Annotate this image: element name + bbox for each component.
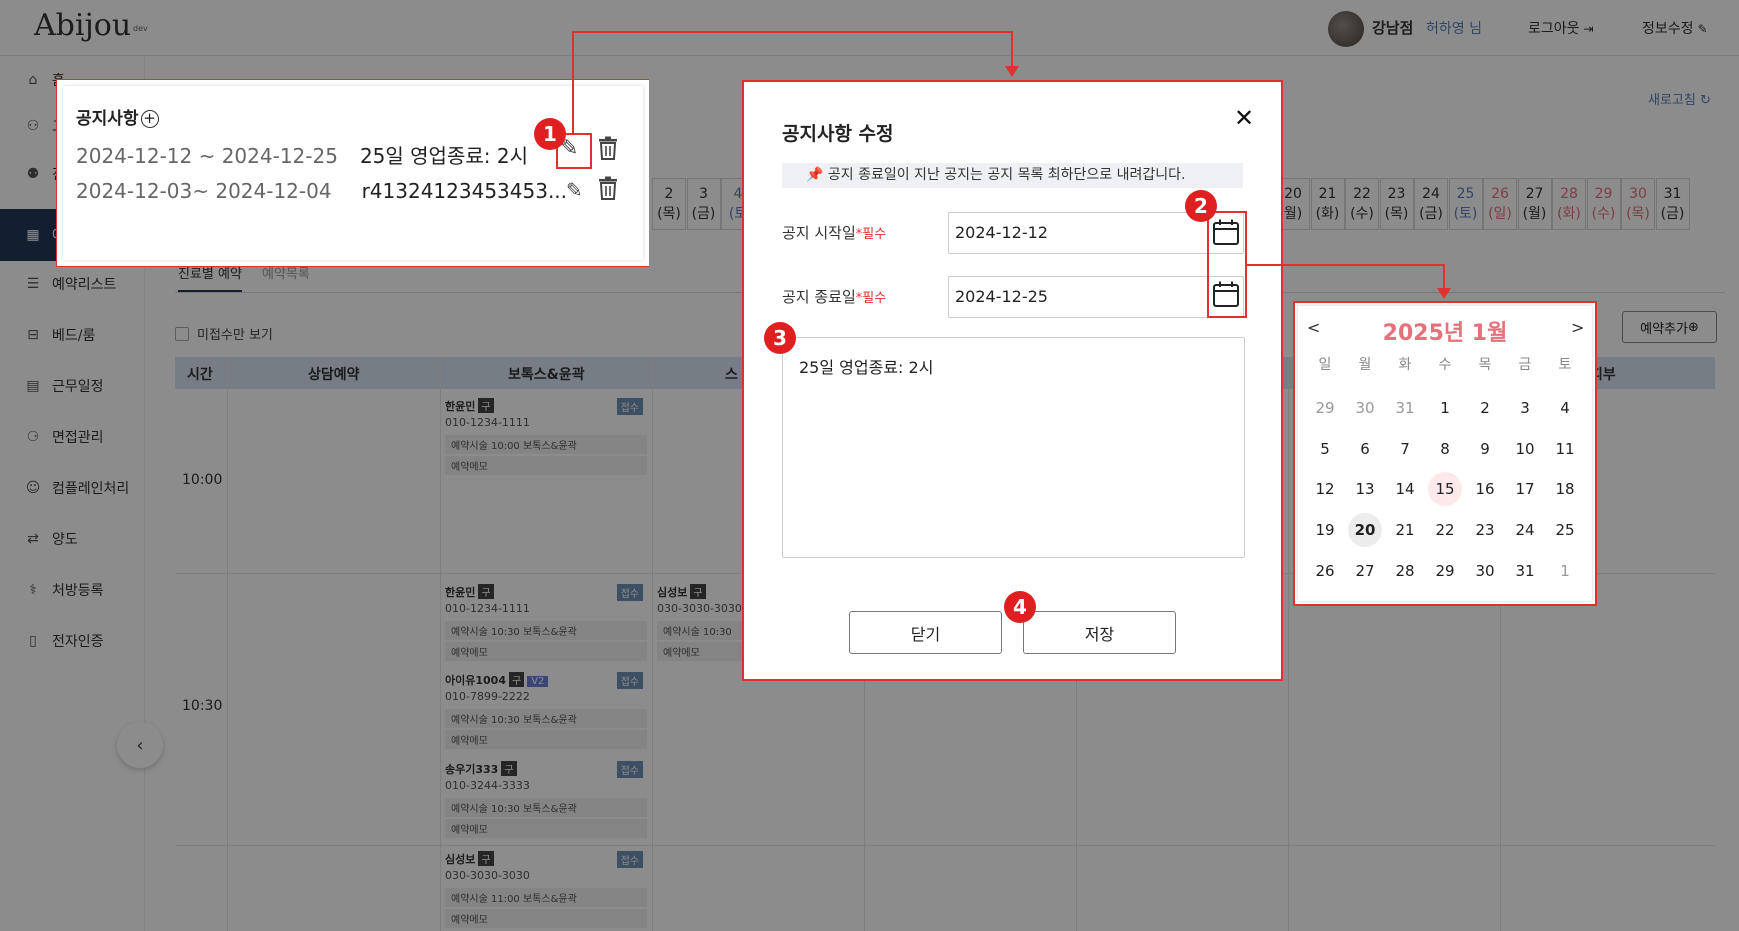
notice-title-text: 공지사항 (76, 109, 139, 129)
connector-line (572, 31, 574, 133)
connector-arrow (1437, 288, 1451, 299)
datepicker-weekday: 수 (1438, 357, 1452, 373)
step-marker-4: 4 (1004, 591, 1036, 623)
step-marker-2: 2 (1185, 190, 1217, 222)
calendar-icon (1213, 219, 1239, 245)
modal-info-banner: 📌 공지 종료일이 지난 공지는 공지 목록 최하단으로 내려갑니다. (782, 163, 1243, 188)
datepicker-weekday: 화 (1398, 357, 1412, 373)
connector-line (1443, 264, 1445, 288)
datepicker-day[interactable]: 12 (1308, 472, 1342, 506)
start-date-calendar-button[interactable] (1212, 218, 1240, 246)
datepicker-next-button[interactable]: > (1571, 318, 1584, 337)
datepicker-day[interactable]: 1 (1428, 391, 1462, 425)
close-icon: ✕ (1234, 104, 1255, 132)
datepicker-day[interactable]: 5 (1308, 432, 1342, 466)
datepicker-day[interactable]: 29 (1428, 554, 1462, 588)
notice-date-range: 2024-12-03~ 2024-12-04 (76, 179, 332, 203)
datepicker-weekday: 목 (1478, 357, 1492, 373)
datepicker-day[interactable]: 31 (1388, 391, 1422, 425)
end-date-input[interactable]: 2024-12-25 (948, 276, 1244, 318)
trash-icon (599, 136, 617, 160)
datepicker-day[interactable]: 4 (1548, 391, 1582, 425)
required-mark: *필수 (855, 291, 887, 306)
datepicker-day[interactable]: 11 (1548, 432, 1582, 466)
pencil-icon: ✎ (566, 178, 583, 202)
datepicker-day[interactable]: 17 (1508, 472, 1542, 506)
notice-row[interactable]: 2024-12-03~ 2024-12-04 r41324123453453... (76, 179, 567, 203)
datepicker-weekday: 토 (1558, 357, 1572, 373)
datepicker-day[interactable]: 14 (1388, 472, 1422, 506)
datepicker-day[interactable]: 28 (1388, 554, 1422, 588)
notice-text: 25일 영업종료: 2시 (359, 144, 528, 168)
datepicker-day[interactable]: 31 (1508, 554, 1542, 588)
datepicker-day[interactable]: 25 (1548, 513, 1582, 547)
datepicker-weekday: 금 (1518, 357, 1532, 373)
notice-row[interactable]: 2024-12-12 ~ 2024-12-25 25일 영업종료: 2시 (76, 140, 528, 169)
add-notice-icon[interactable]: + (140, 110, 159, 128)
datepicker-day[interactable]: 30 (1348, 391, 1382, 425)
edit-notice-button[interactable]: ✎ (566, 178, 583, 202)
required-mark: *필수 (855, 227, 887, 242)
datepicker-day[interactable]: 7 (1388, 432, 1422, 466)
datepicker-day[interactable]: 8 (1428, 432, 1462, 466)
datepicker-day[interactable]: 21 (1388, 513, 1422, 547)
datepicker-day[interactable]: 13 (1348, 472, 1382, 506)
datepicker-day[interactable]: 30 (1468, 554, 1502, 588)
datepicker-day[interactable]: 22 (1428, 513, 1462, 547)
step-marker-3: 3 (764, 322, 796, 354)
datepicker-day[interactable]: 23 (1468, 513, 1502, 547)
modal-save-button[interactable]: 저장 (1023, 611, 1176, 654)
datepicker-day[interactable]: 19 (1308, 513, 1342, 547)
modal-title: 공지사항 수정 (782, 123, 894, 145)
notice-text: r41324123453453... (361, 179, 568, 203)
end-date-label: 공지 종료일*필수 (782, 286, 886, 307)
datepicker-day[interactable]: 2 (1468, 391, 1502, 425)
datepicker-day[interactable]: 24 (1508, 513, 1542, 547)
datepicker-day[interactable]: 18 (1548, 472, 1582, 506)
delete-notice-button[interactable] (598, 136, 618, 166)
modal-close-text-button[interactable]: 닫기 (849, 611, 1002, 654)
connector-line (1247, 264, 1445, 266)
datepicker-day[interactable]: 29 (1308, 391, 1342, 425)
step-marker-1: 1 (534, 118, 566, 150)
start-date-label: 공지 시작일*필수 (782, 222, 886, 243)
datepicker-day[interactable]: 20 (1348, 513, 1382, 547)
start-date-label-text: 공지 시작일 (782, 224, 856, 242)
datepicker-weekday: 일 (1318, 357, 1332, 373)
notice-title: 공지사항 + (76, 104, 159, 129)
connector-arrow (1005, 66, 1019, 77)
delete-notice-button[interactable] (598, 176, 618, 206)
datepicker-day[interactable]: 16 (1468, 472, 1502, 506)
datepicker-day[interactable]: 15 (1428, 472, 1462, 506)
datepicker-day[interactable]: 9 (1468, 432, 1502, 466)
connector-line (1011, 31, 1013, 67)
end-date-label-text: 공지 종료일 (782, 288, 856, 306)
datepicker-day[interactable]: 1 (1548, 554, 1582, 588)
datepicker-day[interactable]: 6 (1348, 432, 1382, 466)
notice-content-textarea[interactable]: 25일 영업종료: 2시 (782, 337, 1245, 558)
trash-icon (599, 176, 617, 200)
datepicker-day[interactable]: 3 (1508, 391, 1542, 425)
datepicker-prev-button[interactable]: < (1307, 318, 1320, 337)
end-date-calendar-button[interactable] (1212, 280, 1240, 308)
datepicker-day[interactable]: 26 (1308, 554, 1342, 588)
datepicker-month-title: 2025년 1월 (1382, 321, 1508, 346)
datepicker-day[interactable]: 10 (1508, 432, 1542, 466)
calendar-icon (1213, 281, 1239, 307)
datepicker-day[interactable]: 27 (1348, 554, 1382, 588)
notice-date-range: 2024-12-12 ~ 2024-12-25 (76, 144, 338, 168)
connector-line (572, 31, 1013, 33)
datepicker-weekday: 월 (1358, 357, 1372, 373)
modal-close-button[interactable]: ✕ (1234, 104, 1254, 132)
